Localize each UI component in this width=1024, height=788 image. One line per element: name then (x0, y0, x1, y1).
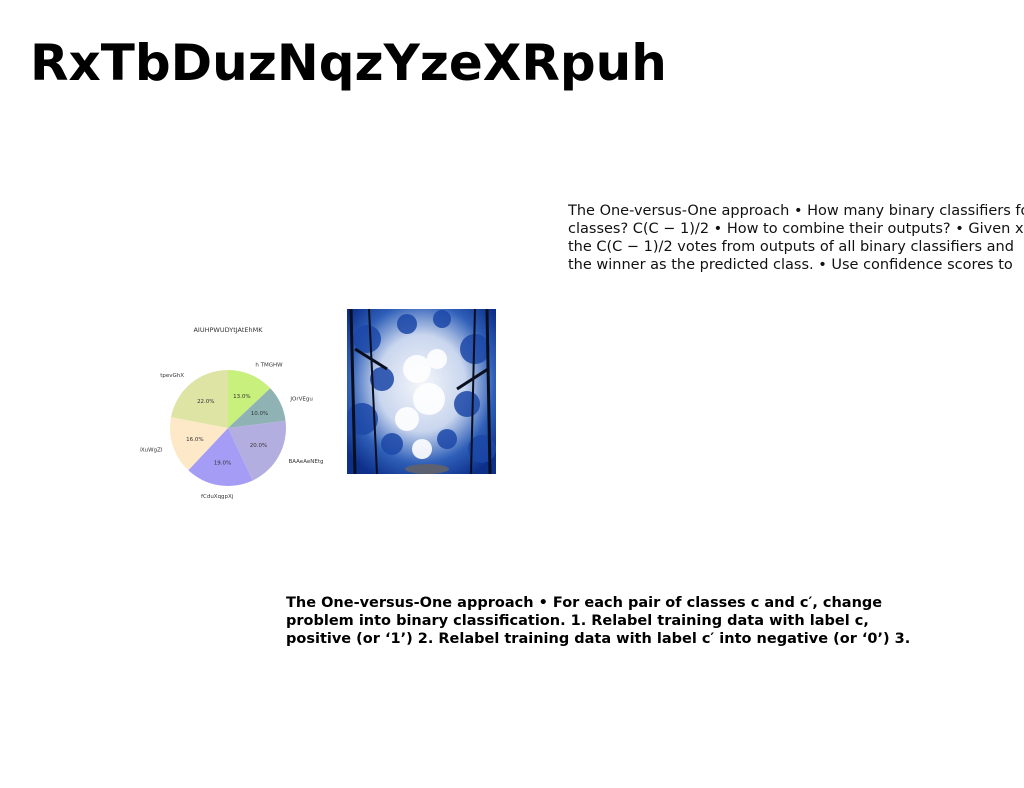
pie-chart: AIUHPWUDYtJAtEhMK 13.0% h TMGHW 10.0% JOrVEg… (140, 318, 330, 528)
tree-sky-photo (347, 309, 496, 474)
pie-category-label: h TMGHW (255, 363, 283, 369)
bottom-text-block: The One-versus-One approach • For each p… (286, 594, 926, 648)
bottom-text-line: problem into binary classification. 1. R… (286, 613, 869, 629)
pie-chart-svg: AIUHPWUDYtJAtEhMK 13.0% h TMGHW 10.0% JOrVEg… (140, 326, 323, 500)
pie-percent-label: 20.0% (250, 443, 267, 449)
bottom-text-line: The One-versus-One approach • For each p… (286, 595, 883, 611)
pie-percent-label: 10.0% (251, 411, 268, 417)
right-text-line: the winner as the predicted class. • Use… (568, 257, 1013, 273)
pie-percent-label: 19.0% (214, 460, 231, 466)
pie-percent-label: 13.0% (233, 394, 250, 400)
tree-sky-image (347, 309, 496, 474)
slide-title: RxTbDuzNqzYzeXRpuh (30, 34, 667, 92)
pie-category-label: BAAeAeNEtg (288, 459, 323, 465)
pie-category-label: JOrVEgu (289, 397, 312, 403)
pie-category-label: MXuWgZl (140, 447, 163, 453)
pie-category-label: tpevGhX (160, 373, 184, 379)
right-text-line: The One-versus-One approach • How many b… (568, 203, 1024, 219)
pie-category-label: fCduXqgpXj (201, 494, 234, 500)
chart-title: AIUHPWUDYtJAtEhMK (193, 326, 263, 334)
right-text-line: classes? C(C − 1)/2 • How to combine the… (568, 221, 1024, 237)
bottom-text-line: positive (or ‘1’) 2. Relabel training da… (286, 631, 911, 647)
pie-percent-label: 22.0% (197, 399, 214, 405)
right-text-block: The One-versus-One approach • How many b… (568, 202, 1024, 274)
right-text-line: the C(C − 1)/2 votes from outputs of all… (568, 239, 1014, 255)
pie-percent-label: 16.0% (186, 437, 203, 443)
